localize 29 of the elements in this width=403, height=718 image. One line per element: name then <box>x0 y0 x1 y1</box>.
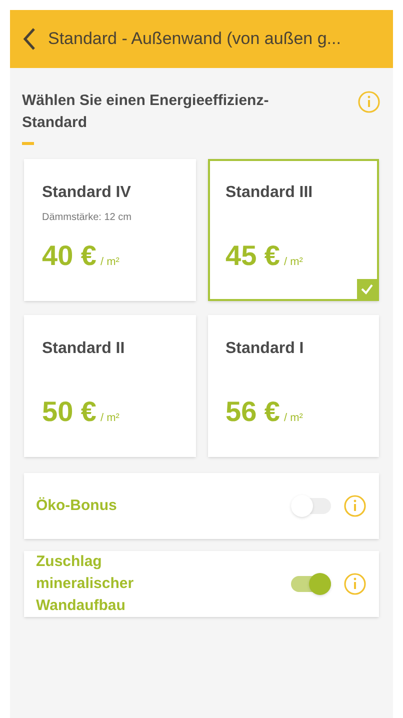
price-unit: / m² <box>284 255 303 270</box>
toggle-switch[interactable] <box>291 576 331 592</box>
standard-price: 45 € <box>226 239 280 273</box>
price-unit: / m² <box>284 411 303 426</box>
price-unit: / m² <box>100 411 120 426</box>
standard-name: Standard III <box>226 183 314 203</box>
standard-card[interactable]: Standard II 50 €/ m² <box>24 315 196 457</box>
info-icon[interactable] <box>343 572 367 596</box>
option-label: Öko-Bonus <box>36 496 118 516</box>
standard-price: 50 € <box>42 395 96 429</box>
standard-price: 56 € <box>226 395 280 429</box>
standard-price: 40 € <box>42 239 96 273</box>
option-label: Zuschlag mineralischer Wandaufbau <box>36 552 135 616</box>
title-underline <box>22 142 34 145</box>
standard-card[interactable]: Standard IV Dämmstärke: 12 cm 40 €/ m² <box>24 159 196 301</box>
info-icon[interactable] <box>357 90 381 114</box>
standard-name: Standard II <box>42 339 126 359</box>
price-unit: / m² <box>100 255 120 270</box>
page-title: Standard - Außenwand (von außen g... <box>48 28 341 50</box>
standard-card[interactable]: Standard I 56 €/ m² <box>208 315 379 457</box>
standard-name: Standard IV <box>42 183 132 203</box>
back-icon[interactable] <box>22 27 36 51</box>
check-icon <box>357 279 377 299</box>
standard-note: Dämmstärke: 12 cm <box>42 211 132 225</box>
toggle-switch[interactable] <box>291 498 331 514</box>
standard-name: Standard I <box>226 339 305 359</box>
section-title: Wählen Sie einen Energieeffizienz-Standard <box>22 91 270 133</box>
info-icon[interactable] <box>343 494 367 518</box>
standard-card[interactable]: Standard III 45 €/ m² <box>208 159 379 301</box>
